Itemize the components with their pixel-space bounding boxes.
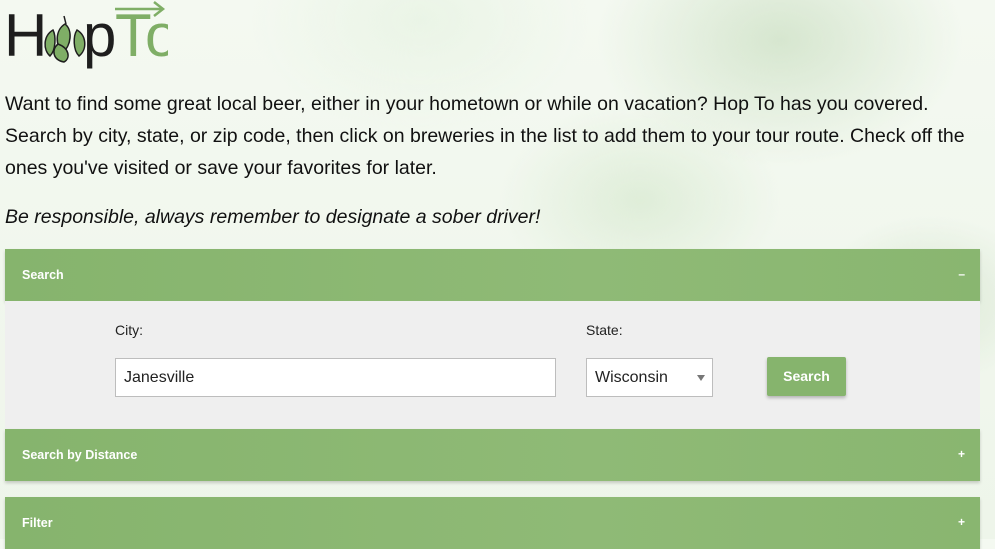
city-label: City: (115, 322, 143, 338)
search-panel-body: City: State: Wisconsin Search (5, 301, 980, 429)
distance-panel-title: Search by Distance (22, 448, 138, 462)
distance-panel-header[interactable]: Search by Distance + (5, 429, 980, 481)
collapse-toggle-icon[interactable]: – (958, 249, 965, 299)
city-input[interactable] (115, 358, 556, 397)
hopto-logo[interactable]: H p To (3, 0, 178, 90)
hop-cone-icon (44, 15, 86, 63)
expand-toggle-icon[interactable]: + (958, 429, 965, 479)
logo-letter-p: p (83, 2, 116, 69)
chevron-down-icon (697, 375, 705, 381)
state-select[interactable]: Wisconsin (586, 358, 713, 397)
intro-description: Want to find some great local beer, eith… (5, 93, 965, 179)
search-panel-header[interactable]: Search – (5, 249, 980, 301)
filter-panel-title: Filter (22, 516, 53, 530)
expand-toggle-icon[interactable]: + (958, 497, 965, 547)
search-panel-title: Search (22, 268, 64, 282)
filter-panel-header[interactable]: Filter + (5, 497, 980, 549)
state-label: State: (586, 322, 623, 338)
logo-graphic: H p To (4, 1, 178, 69)
search-button[interactable]: Search (767, 357, 846, 396)
state-select-value: Wisconsin (595, 369, 668, 386)
logo-letter-h: H (4, 2, 47, 69)
sober-driver-warning: Be responsible, always remember to desig… (5, 206, 541, 228)
